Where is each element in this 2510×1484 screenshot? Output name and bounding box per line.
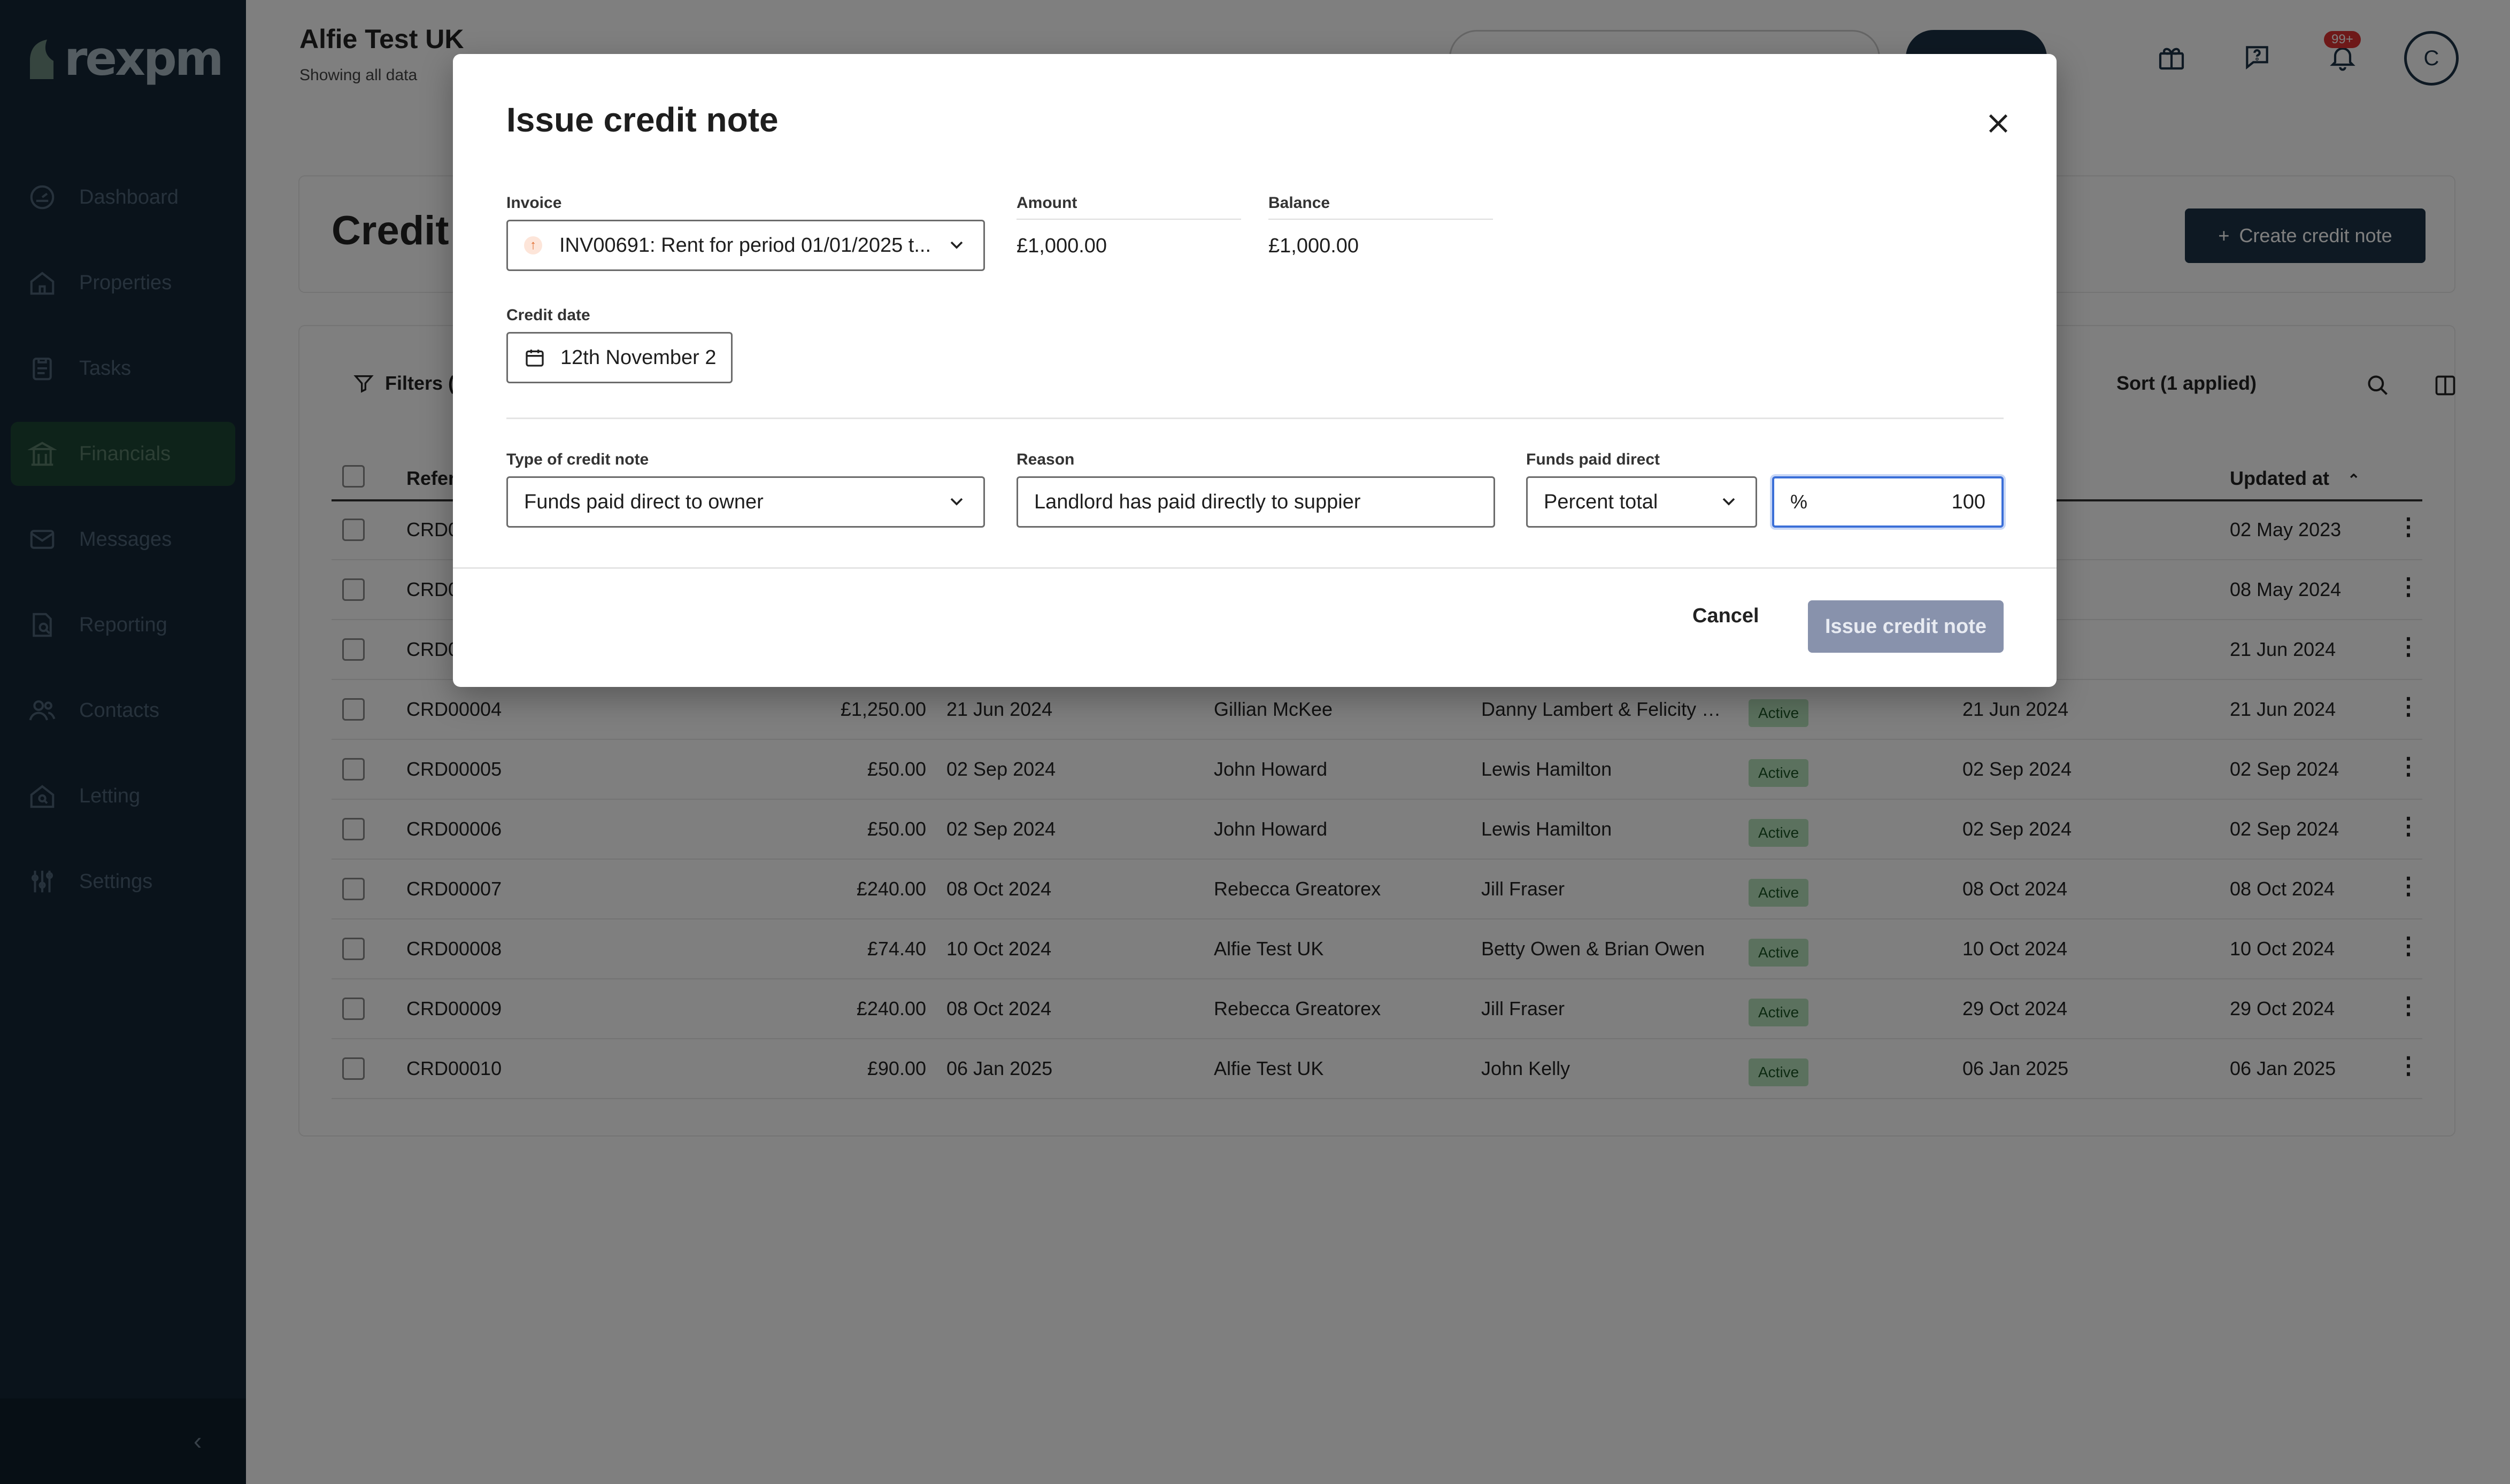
amount-divider bbox=[1017, 219, 1241, 220]
credit-date-input[interactable]: 12th November 2 bbox=[506, 332, 733, 383]
section-divider bbox=[506, 418, 2004, 419]
reason-label: Reason bbox=[1017, 451, 1075, 468]
percent-input[interactable]: % 100 bbox=[1772, 476, 2004, 528]
invoice-label: Invoice bbox=[506, 194, 562, 212]
invoice-select[interactable]: ↑ INV00691: Rent for period 01/01/2025 t… bbox=[506, 220, 985, 271]
funds-label: Funds paid direct bbox=[1526, 451, 1660, 468]
chevron-down-icon bbox=[1722, 498, 1735, 506]
chevron-down-icon bbox=[950, 498, 963, 506]
invoice-value: INV00691: Rent for period 01/01/2025 t..… bbox=[559, 234, 931, 257]
amount-label: Amount bbox=[1017, 194, 1077, 212]
dialog-title: Issue credit note bbox=[506, 101, 779, 139]
funds-mode-select[interactable]: Percent total bbox=[1526, 476, 1757, 528]
balance-divider bbox=[1268, 219, 1493, 220]
funds-mode-value: Percent total bbox=[1544, 490, 1658, 513]
percent-symbol: % bbox=[1790, 491, 1808, 513]
cancel-button[interactable]: Cancel bbox=[1692, 605, 1759, 628]
type-value: Funds paid direct to owner bbox=[524, 490, 764, 513]
arrow-up-icon: ↑ bbox=[524, 236, 542, 254]
footer-divider bbox=[453, 567, 2057, 569]
credit-date-value: 12th November 2 bbox=[560, 346, 717, 369]
amount-value: £1,000.00 bbox=[1017, 235, 1107, 257]
reason-value: Landlord has paid directly to suppier bbox=[1034, 490, 1361, 513]
chevron-down-icon bbox=[950, 241, 963, 249]
balance-value: £1,000.00 bbox=[1268, 235, 1359, 257]
close-icon[interactable] bbox=[1982, 107, 2014, 140]
type-select[interactable]: Funds paid direct to owner bbox=[506, 476, 985, 528]
issue-credit-note-button[interactable]: Issue credit note bbox=[1808, 600, 2004, 653]
type-label: Type of credit note bbox=[506, 451, 649, 468]
reason-input[interactable]: Landlord has paid directly to suppier bbox=[1017, 476, 1495, 528]
calendar-icon bbox=[526, 350, 544, 367]
balance-label: Balance bbox=[1268, 194, 1330, 212]
credit-date-label: Credit date bbox=[506, 306, 590, 324]
issue-credit-note-dialog: Issue credit note Invoice ↑ INV00691: Re… bbox=[453, 54, 2057, 687]
percent-value: 100 bbox=[1951, 490, 1985, 513]
